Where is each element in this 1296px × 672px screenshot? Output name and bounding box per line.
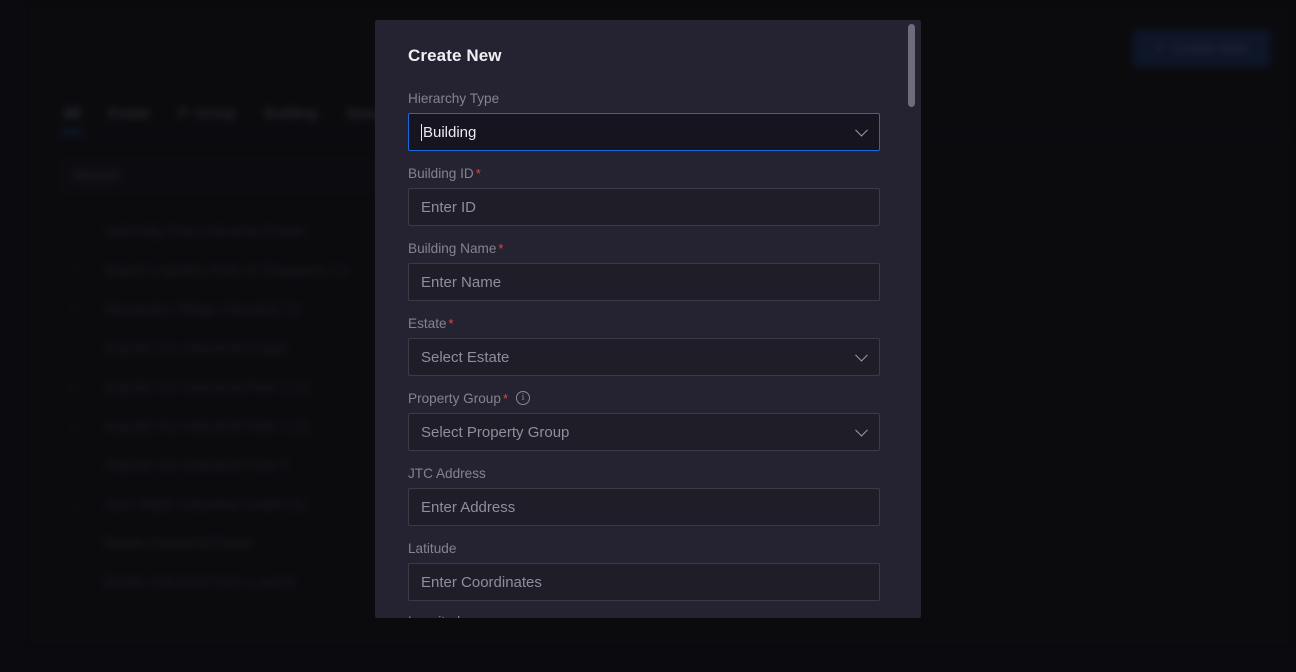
latitude-placeholder: Enter Coordinates: [421, 573, 542, 591]
modal-scrollbar-thumb[interactable]: [908, 24, 915, 107]
window-frame-left: [0, 0, 25, 672]
create-new-modal: Create New Hierarchy Type Building Build…: [375, 20, 921, 618]
chevron-down-icon[interactable]: [855, 348, 868, 362]
building-name-input[interactable]: Enter Name: [408, 263, 880, 301]
field-hierarchy-type: Hierarchy Type Building: [408, 89, 888, 151]
hierarchy-type-select[interactable]: Building: [408, 113, 880, 151]
field-building-name: Building Name * Enter Name: [408, 239, 888, 301]
field-label: Hierarchy Type: [408, 89, 888, 107]
jtc-address-label: JTC Address: [408, 465, 486, 481]
required-asterisk: *: [498, 240, 504, 256]
chevron-down-icon[interactable]: [855, 423, 868, 437]
field-property-group: Property Group * i Select Property Group: [408, 389, 888, 451]
building-id-label: Building ID: [408, 165, 474, 181]
field-label: Building Name *: [408, 239, 888, 257]
latitude-label: Latitude: [408, 540, 457, 556]
building-id-input[interactable]: Enter ID: [408, 188, 880, 226]
chevron-down-icon[interactable]: [855, 123, 868, 137]
modal-scrollbar-track[interactable]: [908, 20, 918, 618]
modal-scroll-container: Create New Hierarchy Type Building Build…: [375, 20, 921, 618]
required-asterisk: *: [448, 315, 454, 331]
app-root: + Create New All Estate P. Group Buildin…: [0, 0, 1296, 672]
estate-select[interactable]: Select Estate: [408, 338, 880, 376]
hierarchy-type-value: Building: [423, 123, 477, 141]
modal-title: Create New: [408, 46, 502, 65]
field-jtc-address: JTC Address Enter Address: [408, 464, 888, 526]
estate-label: Estate: [408, 315, 447, 331]
field-estate: Estate * Select Estate: [408, 314, 888, 376]
field-label: Latitude: [408, 539, 888, 557]
building-name-placeholder: Enter Name: [421, 273, 502, 291]
field-label: Estate *: [408, 314, 888, 332]
building-id-placeholder: Enter ID: [421, 198, 477, 216]
longitude-label: Longitude: [408, 614, 888, 618]
jtc-address-input[interactable]: Enter Address: [408, 488, 880, 526]
text-cursor: [421, 123, 422, 141]
property-group-select[interactable]: Select Property Group: [408, 413, 880, 451]
property-group-placeholder: Select Property Group: [421, 423, 570, 441]
property-group-label: Property Group: [408, 390, 501, 406]
info-circle-icon[interactable]: i: [516, 391, 530, 405]
required-asterisk: *: [502, 390, 508, 406]
field-building-id: Building ID * Enter ID: [408, 164, 888, 226]
field-label: Building ID *: [408, 164, 888, 182]
field-label: JTC Address: [408, 464, 888, 482]
window-frame-bottom: [0, 648, 1296, 672]
estate-placeholder: Select Estate: [421, 348, 510, 366]
latitude-input[interactable]: Enter Coordinates: [408, 563, 880, 601]
field-latitude: Latitude Enter Coordinates: [408, 539, 888, 601]
jtc-address-placeholder: Enter Address: [421, 498, 516, 516]
building-name-label: Building Name: [408, 240, 497, 256]
hierarchy-type-label: Hierarchy Type: [408, 90, 500, 106]
required-asterisk: *: [475, 165, 481, 181]
field-label: Property Group * i: [408, 389, 888, 407]
